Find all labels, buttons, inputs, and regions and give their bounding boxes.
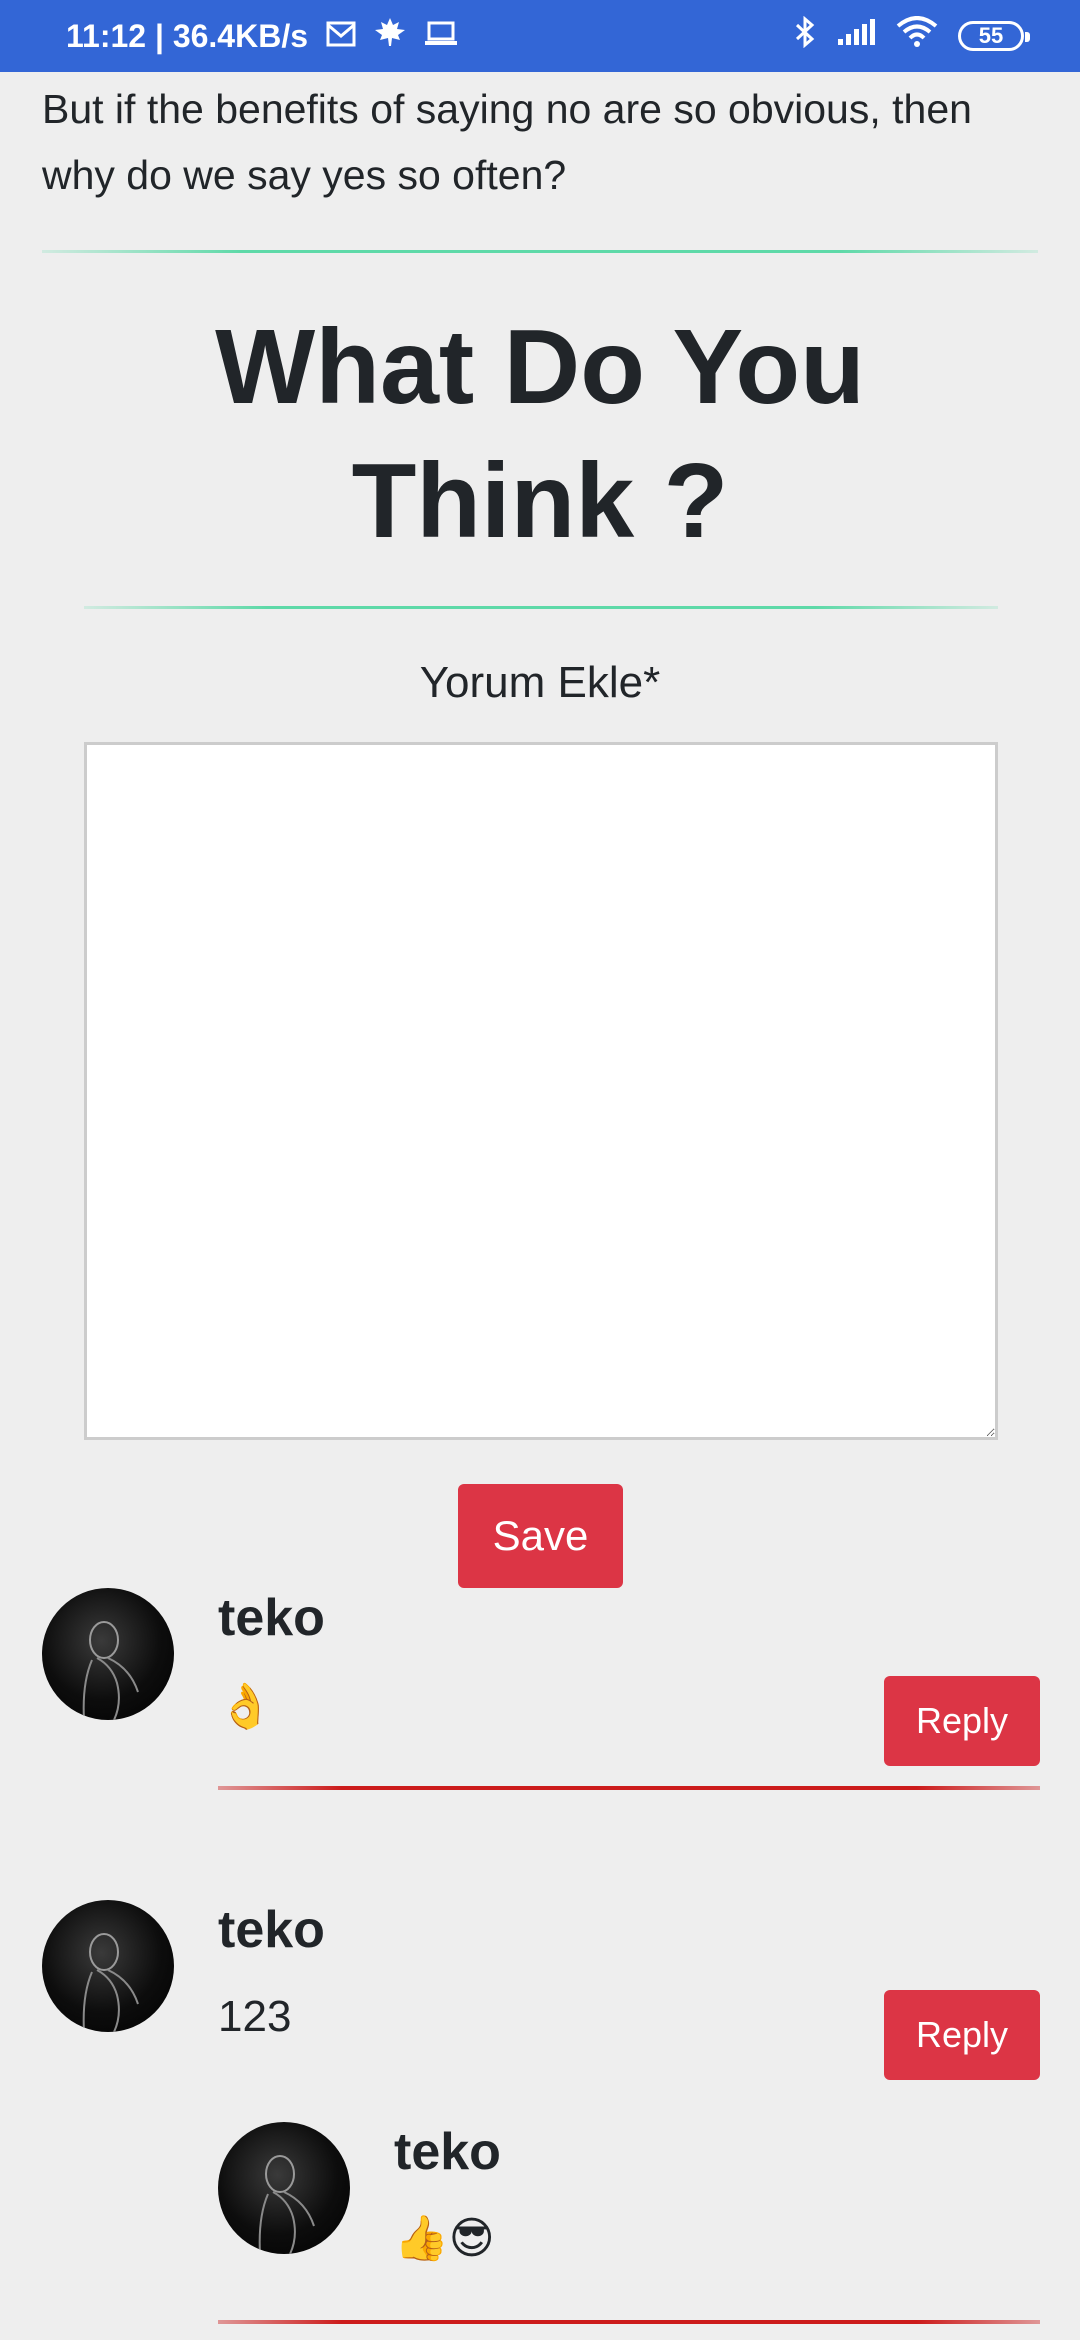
status-time-speed: 11:12 | 36.4KB/s (66, 17, 308, 54)
reply-author: teko (394, 2123, 501, 2181)
battery-icon: 55 (958, 21, 1030, 51)
mail-icon (326, 18, 356, 55)
status-bar: 11:12 | 36.4KB/s 55 (0, 0, 1080, 72)
wifi-icon (896, 16, 938, 56)
article-intro-text: But if the benefits of saying no are so … (42, 86, 972, 198)
avatar (42, 1900, 174, 2032)
comment-author: teko (218, 1901, 325, 1959)
status-left: 11:12 | 36.4KB/s (66, 17, 458, 55)
divider-top (42, 250, 1038, 253)
comments-heading: What Do You Think ? (0, 300, 1080, 568)
comment-item: teko 👌 Reply (0, 1588, 1080, 1808)
comment-divider (218, 2320, 1040, 2324)
heading-line-1: What Do You (215, 308, 865, 426)
reply-text: 👍😎 (394, 2214, 495, 2263)
heading-line-2: Think ? (351, 442, 729, 560)
battery-level: 55 (978, 23, 1004, 48)
signal-icon (836, 17, 876, 55)
reply-button[interactable]: Reply (884, 1676, 1040, 1766)
add-comment-label: Yorum Ekle* (419, 658, 661, 707)
reply-avatar (218, 2122, 350, 2254)
comment-item: teko 123 Reply teko 👍😎 (0, 1900, 1080, 2340)
comment-text: 123 (218, 1992, 292, 2041)
divider-heading (84, 606, 998, 609)
save-button[interactable]: Save (458, 1484, 623, 1588)
comment-divider (218, 1786, 1040, 1790)
comment-textarea[interactable] (84, 742, 998, 1440)
status-right: 55 (794, 15, 1030, 56)
leaf-icon (374, 17, 406, 55)
comment-text: 👌 (218, 1682, 273, 1731)
reply-button[interactable]: Reply (884, 1990, 1040, 2080)
comment-author: teko (218, 1589, 325, 1647)
avatar (42, 1588, 174, 1720)
laptop-icon (424, 18, 458, 55)
bluetooth-icon (794, 15, 816, 56)
